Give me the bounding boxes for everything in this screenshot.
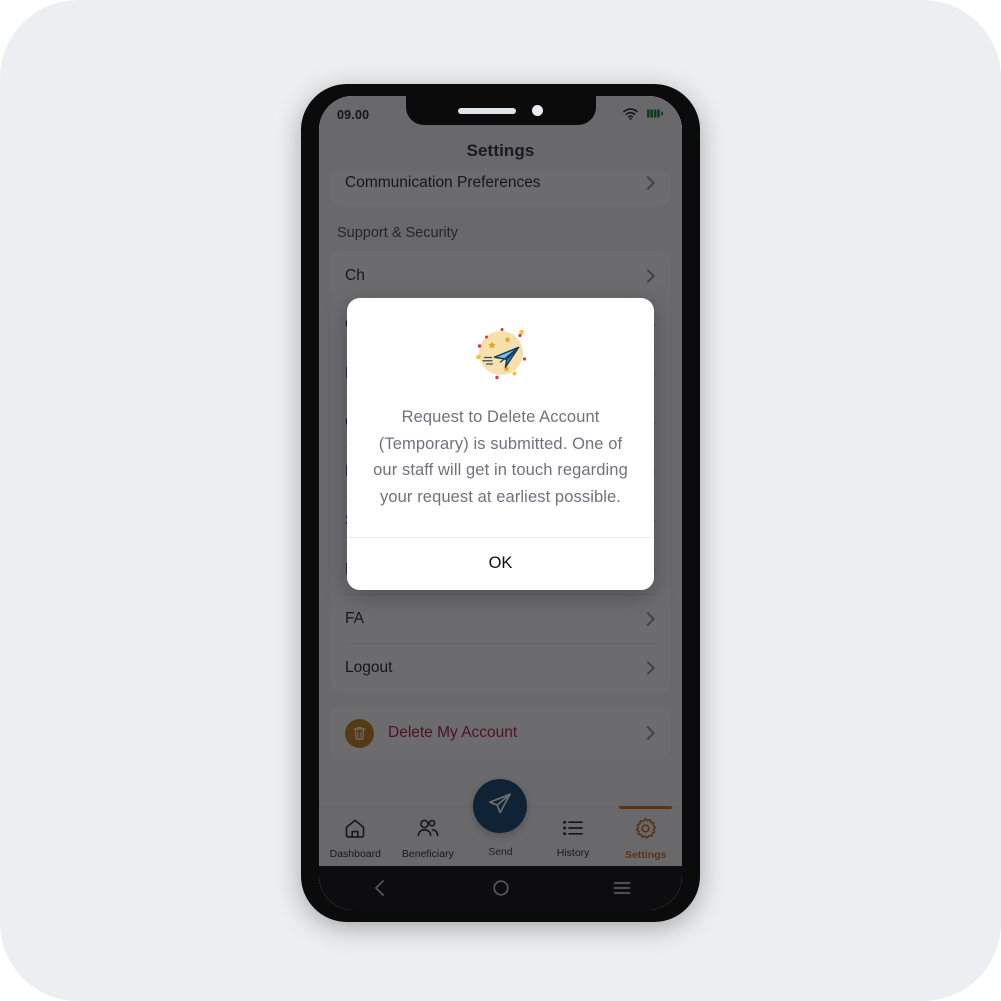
ok-button[interactable]: OK (347, 537, 654, 590)
notch-camera (532, 105, 543, 116)
phone-screen: 09.00 (319, 96, 682, 910)
phone-device-frame: 09.00 (301, 84, 700, 922)
paper-plane-badge-icon (369, 324, 632, 382)
delete-account-confirmation-dialog: Request to Delete Account (Temporary) is… (347, 298, 654, 590)
dialog-message: Request to Delete Account (Temporary) is… (373, 408, 628, 507)
page-canvas: 09.00 (0, 0, 1001, 1001)
dialog-body: Request to Delete Account (Temporary) is… (347, 298, 654, 537)
notch-speaker (458, 107, 516, 114)
phone-notch (405, 96, 596, 125)
